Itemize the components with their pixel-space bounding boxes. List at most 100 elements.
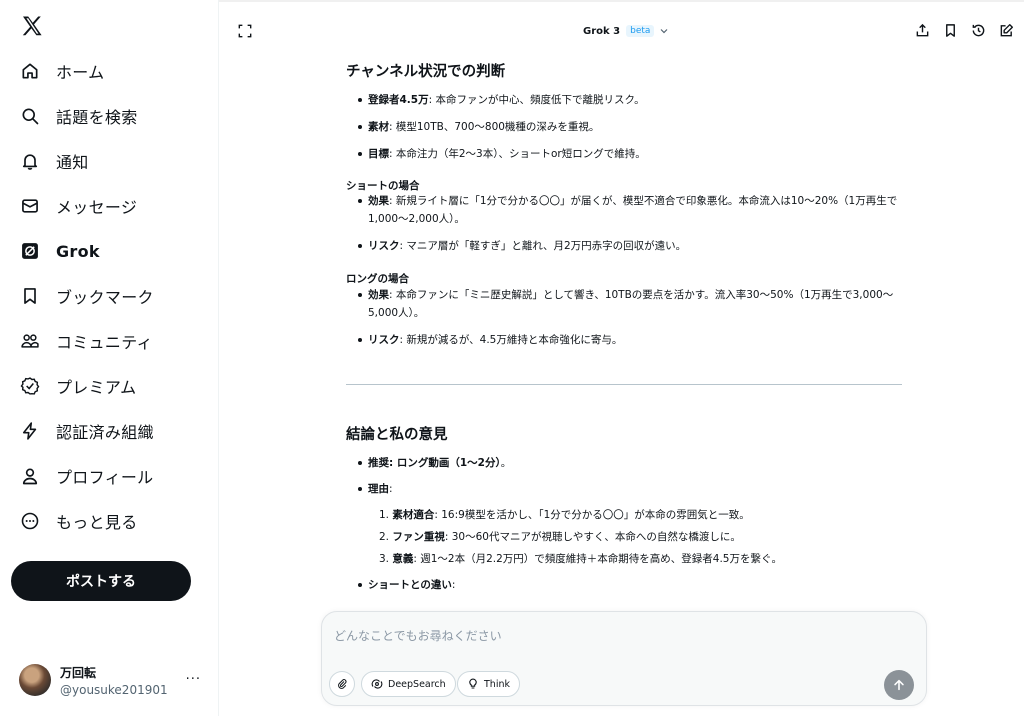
attach-button[interactable]	[329, 671, 355, 697]
model-name: Grok 3	[583, 25, 621, 37]
scroll-fade	[346, 598, 906, 610]
list-item: 効果: 新規ライト層に「1分で分かる〇〇」が届くが、模型不適合で印象悪化。本命流…	[358, 192, 903, 228]
lightbulb-icon	[469, 678, 477, 689]
share-icon[interactable]	[914, 22, 930, 38]
nav-label: コミュニティ	[56, 333, 153, 352]
nav-more[interactable]: もっと見る	[10, 501, 210, 541]
bullet-text: : 本命ファンに「ミニ歴史解説」として響き、10TBの要点を活かす。流入率30〜…	[368, 289, 894, 319]
deepsearch-icon	[371, 679, 383, 689]
nav-label: 通知	[56, 153, 89, 172]
premium-icon	[20, 376, 40, 396]
section-title: チャンネル状況での判断	[346, 64, 506, 80]
numbered-item: 2. ファン重視: 30〜60代マニアが視聴しやすく、本命への自然な橋渡しに。	[379, 529, 741, 545]
bookmark-icon	[20, 286, 40, 306]
grok-icon	[20, 241, 40, 261]
bullet-text: : マニア層が「軽すぎ」と離れ、月2万円赤字の回収が遠い。	[399, 240, 687, 252]
bullet-key: 目標	[368, 148, 389, 160]
nav-bookmarks[interactable]: ブックマーク	[10, 276, 210, 316]
nav-grok[interactable]: Grok	[10, 231, 210, 271]
home-icon	[20, 61, 40, 81]
paperclip-icon	[338, 679, 347, 689]
nav-label: ホーム	[56, 63, 105, 82]
nav-profile[interactable]: プロフィール	[10, 456, 210, 496]
post-button[interactable]: ポストする	[11, 561, 191, 601]
bullet-text: : 本命注力（年2〜3本）、ショートor短ロングで維持。	[389, 148, 646, 160]
item-text: : 16:9模型を活かし、「1分で分かる〇〇」が本命の雰囲気と一致。	[434, 509, 750, 521]
subsection-title: ロングの場合	[346, 273, 409, 285]
account-info: 万回転 @yousuke201901	[60, 664, 168, 697]
composer: DeepSearch Think	[321, 611, 927, 706]
bullet-key: 効果	[368, 195, 389, 207]
nav-label: メッセージ	[56, 198, 138, 217]
bullet-text: : 新規が減るが、4.5万維持と本命強化に寄与。	[399, 334, 623, 346]
prompt-input[interactable]	[334, 626, 904, 646]
nav-label: 話題を検索	[56, 108, 138, 127]
history-icon[interactable]	[970, 22, 986, 38]
nav-home[interactable]: ホーム	[10, 51, 210, 91]
nav-label: 認証済み組織	[56, 423, 154, 442]
item-text: : 30〜60代マニアが視聴しやすく、本命への自然な橋渡しに。	[444, 531, 741, 543]
subsection-title: ショートの場合	[346, 180, 420, 192]
bullet-text: : 模型10TB、700〜800機種の深みを重視。	[389, 121, 600, 133]
think-button[interactable]: Think	[457, 671, 520, 697]
section-divider	[346, 384, 902, 385]
new-chat-icon[interactable]	[998, 22, 1014, 38]
search-icon	[20, 106, 40, 126]
think-label: Think	[484, 678, 510, 690]
avatar	[19, 664, 51, 696]
more-dots-icon[interactable]: ···	[186, 672, 201, 687]
item-number: 2.	[379, 531, 393, 543]
list-item: ショートとの違い:	[358, 576, 903, 594]
item-number: 1.	[379, 509, 393, 521]
top-divider	[219, 0, 1024, 2]
bullet-key: 理由	[368, 483, 389, 495]
header-actions	[902, 22, 1014, 38]
nav-messages[interactable]: メッセージ	[10, 186, 210, 226]
list-item: 目標: 本命注力（年2〜3本）、ショートor短ロングで維持。	[358, 145, 903, 163]
list-item: 推奨: ロング動画（1〜2分）。	[358, 454, 903, 472]
bullet-key: 登録者4.5万	[368, 94, 429, 106]
nav-communities[interactable]: コミュニティ	[10, 321, 210, 361]
model-selector[interactable]: Grok 3 beta	[583, 22, 669, 40]
bullet-key: リスク	[368, 334, 400, 346]
nav-label: Grok	[56, 241, 100, 261]
bell-icon	[20, 151, 40, 171]
deepsearch-button[interactable]: DeepSearch	[361, 671, 456, 697]
bullet-key: 推奨: ロング動画（1〜2分）	[368, 457, 501, 469]
numbered-item: 3. 意義: 週1〜2本（月2.2万円）で頻度維持＋本命期待を高め、登録者4.5…	[379, 551, 782, 567]
account-switcher[interactable]: 万回転 @yousuke201901 ···	[19, 660, 209, 700]
list-item: 理由:	[358, 480, 903, 498]
nav-verified-orgs[interactable]: 認証済み組織	[10, 411, 210, 451]
item-number: 3.	[379, 553, 393, 565]
section-title: 結論と私の意見	[346, 427, 448, 443]
bullet-key: 素材	[368, 121, 389, 133]
bullet-text: : 本命ファンが中心、頻度低下で離脱リスク。	[428, 94, 645, 106]
nav-label: もっと見る	[56, 513, 138, 532]
bullet-text: :	[451, 579, 456, 591]
deepsearch-label: DeepSearch	[388, 678, 446, 690]
item-text: : 週1〜2本（月2.2万円）で頻度維持＋本命期待を高め、登録者4.5万を繋ぐ。	[413, 553, 782, 565]
bullet-key: リスク	[368, 240, 400, 252]
nav-notifications[interactable]: 通知	[10, 141, 210, 181]
beta-badge: beta	[626, 25, 655, 37]
list-item: 素材: 模型10TB、700〜800機種の深みを重視。	[358, 118, 903, 136]
bullet-key: ショートとの違い	[368, 579, 452, 591]
arrow-up-icon	[894, 679, 904, 691]
expand-icon[interactable]	[238, 24, 252, 38]
person-icon	[20, 466, 40, 486]
send-button[interactable]	[884, 670, 914, 700]
list-item: リスク: マニア層が「軽すぎ」と離れ、月2万円赤字の回収が遠い。	[358, 237, 903, 255]
nav-explore[interactable]: 話題を検索	[10, 96, 210, 136]
item-key: 意義	[392, 553, 414, 565]
bullet-text: : 新規ライト層に「1分で分かる〇〇」が届くが、模型不適合で印象悪化。本命流入は…	[368, 195, 898, 225]
nav-premium[interactable]: プレミアム	[10, 366, 210, 406]
list-item: 効果: 本命ファンに「ミニ歴史解説」として響き、10TBの要点を活かす。流入率3…	[358, 286, 903, 322]
account-handle: @yousuke201901	[60, 682, 168, 697]
item-key: ファン重視	[392, 531, 445, 543]
x-logo-icon[interactable]	[20, 14, 44, 38]
main-panel: Grok 3 beta チャンネル状況での判断 登録者4.5万: 本命ファンが中…	[219, 0, 1024, 716]
account-name: 万回転	[60, 665, 97, 680]
chat-response: チャンネル状況での判断 登録者4.5万: 本命ファンが中心、頻度低下で離脱リスク…	[346, 58, 906, 610]
bullet-key: 効果	[368, 289, 389, 301]
bookmark-icon[interactable]	[942, 22, 958, 38]
